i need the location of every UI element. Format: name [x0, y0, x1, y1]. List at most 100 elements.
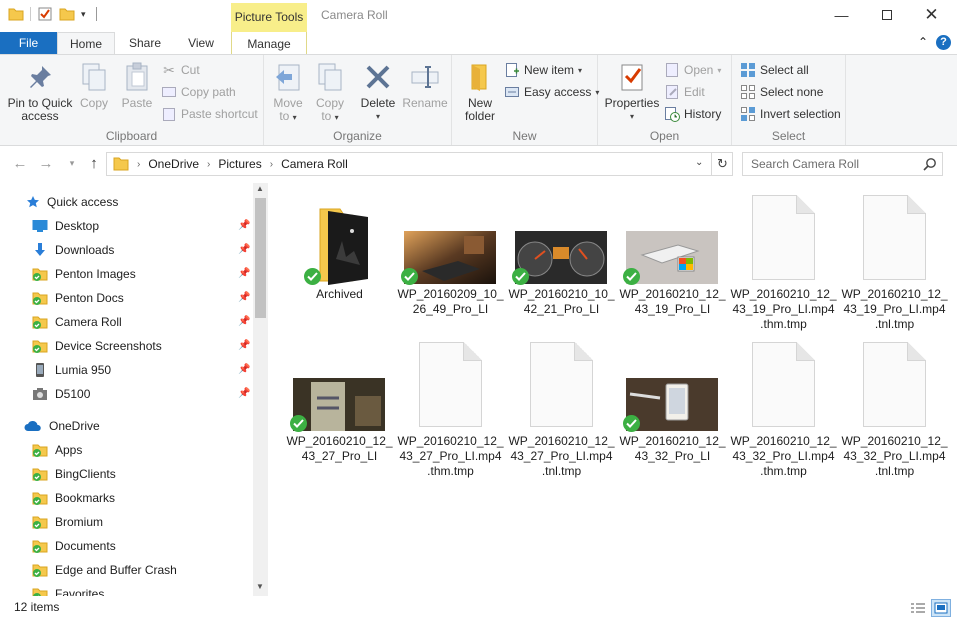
pin-icon[interactable]: 📌	[238, 388, 250, 399]
nav-item-documents[interactable]: Documents	[32, 535, 116, 557]
new-folder-button[interactable]: New folder	[460, 61, 500, 123]
customize-qat-icon[interactable]: ▾	[81, 9, 86, 20]
move-to-button[interactable]: Move to ▾	[270, 61, 306, 124]
file-item[interactable]: WP_20160210_10_ 42_21_Pro_LI	[506, 191, 617, 331]
pin-to-quick-access-button[interactable]: Pin to Quick access	[6, 61, 74, 123]
file-item[interactable]: WP_20160210_12_ 43_19_Pro_LI.mp4 .tnl.tmp	[839, 191, 950, 331]
properties-caret-icon: ▾	[629, 112, 634, 121]
file-item[interactable]: WP_20160209_10_ 26_49_Pro_LI	[395, 191, 506, 331]
nav-item-label: Bromium	[55, 515, 104, 529]
nav-item-label: Camera Roll	[55, 315, 122, 329]
tab-manage[interactable]: Manage	[231, 32, 307, 54]
nav-item-bookmarks[interactable]: Bookmarks	[32, 487, 115, 509]
file-item[interactable]: WP_20160210_12_ 43_19_Pro_LI	[617, 191, 728, 331]
back-button[interactable]: ←	[10, 155, 30, 172]
search-icon[interactable]	[923, 157, 937, 174]
breadcrumb-pictures[interactable]: Pictures	[218, 157, 261, 171]
nav-item-downloads[interactable]: Downloads	[32, 239, 114, 261]
title-bar: ▾ Picture Tools Camera Roll — ✕	[0, 0, 957, 32]
breadcrumb-separator-icon[interactable]: ›	[270, 159, 273, 170]
pin-icon[interactable]: 📌	[238, 340, 250, 351]
close-button[interactable]: ✕	[909, 0, 954, 30]
history-button[interactable]: History	[664, 104, 721, 124]
breadcrumb-separator-icon[interactable]: ›	[137, 159, 140, 170]
pin-icon[interactable]: 📌	[238, 316, 250, 327]
address-dropdown-icon[interactable]: ⌄	[695, 157, 703, 168]
folder-icon[interactable]	[8, 6, 24, 22]
scroll-down-icon[interactable]: ▼	[256, 582, 264, 591]
properties-button[interactable]: Properties ▾	[604, 61, 660, 123]
file-item[interactable]: WP_20160210_12_ 43_27_Pro_LI.mp4 .thm.tmp	[395, 338, 506, 478]
nav-onedrive[interactable]: OneDrive	[24, 415, 100, 437]
recent-locations-button[interactable]: ▾	[62, 158, 82, 169]
scrollbar-thumb[interactable]	[255, 198, 266, 318]
pin-icon[interactable]: 📌	[238, 244, 250, 255]
address-bar[interactable]: › OneDrive › Pictures › Camera Roll ⌄ ↻	[106, 152, 733, 176]
new-item-button[interactable]: New item ▾	[504, 60, 582, 80]
pin-icon[interactable]: 📌	[238, 364, 250, 375]
nav-item-bromium[interactable]: Bromium	[32, 511, 103, 533]
file-item[interactable]: WP_20160210_12_ 43_32_Pro_LI.mp4 .tnl.tmp	[839, 338, 950, 478]
collapse-ribbon-icon[interactable]: ⌃	[918, 35, 928, 49]
rename-button[interactable]: Rename	[402, 61, 448, 110]
new-item-label: New item	[524, 63, 575, 77]
open-button[interactable]: Open ▾	[664, 60, 721, 80]
open-label: Open	[684, 63, 714, 77]
copy-path-button[interactable]: Copy path	[161, 82, 236, 102]
properties-icon[interactable]	[37, 6, 53, 22]
tab-share[interactable]: Share	[120, 32, 170, 54]
delete-button[interactable]: Delete ▾	[358, 61, 398, 123]
breadcrumb-onedrive[interactable]: OneDrive	[148, 157, 199, 171]
easy-access-button[interactable]: Easy access ▾	[504, 82, 599, 102]
nav-pane-scrollbar[interactable]: ▲ ▼	[253, 183, 268, 596]
nav-item-edge-and-buffer-crash[interactable]: Edge and Buffer Crash	[32, 559, 177, 581]
maximize-button[interactable]	[864, 0, 909, 30]
scroll-up-icon[interactable]: ▲	[256, 184, 264, 193]
pin-icon[interactable]: 📌	[238, 292, 250, 303]
forward-button[interactable]: →	[36, 155, 56, 172]
nav-item-apps[interactable]: Apps	[32, 439, 82, 461]
paste-shortcut-button[interactable]: Paste shortcut	[161, 104, 258, 124]
file-name: WP_20160210_12_ 43_19_Pro_LI.mp4 .tnl.tmp	[841, 287, 948, 331]
help-icon[interactable]: ?	[936, 35, 951, 50]
nav-item-camera-roll[interactable]: Camera Roll	[32, 311, 122, 333]
large-icons-view-button[interactable]	[931, 599, 951, 617]
breadcrumb-separator-icon[interactable]: ›	[207, 159, 210, 170]
file-item[interactable]: WP_20160210_12_ 43_32_Pro_LI.mp4 .thm.tmp	[728, 338, 839, 478]
file-item[interactable]: WP_20160210_12_ 43_27_Pro_LI	[284, 338, 395, 478]
select-all-button[interactable]: Select all	[740, 60, 809, 80]
invert-selection-button[interactable]: Invert selection	[740, 104, 841, 124]
refresh-button[interactable]: ↻	[711, 153, 733, 175]
pin-icon[interactable]: 📌	[238, 220, 250, 231]
nav-item-bingclients[interactable]: BingClients	[32, 463, 116, 485]
nav-item-lumia-950[interactable]: Lumia 950	[32, 359, 111, 381]
select-none-button[interactable]: Select none	[740, 82, 823, 102]
paste-button[interactable]: Paste	[118, 61, 156, 110]
details-view-button[interactable]	[908, 599, 928, 617]
minimize-button[interactable]: —	[819, 0, 864, 30]
breadcrumb-camera-roll[interactable]: Camera Roll	[281, 157, 348, 171]
file-item[interactable]: Archived	[284, 191, 395, 331]
nav-item-d5100[interactable]: D5100	[32, 383, 90, 405]
tab-view[interactable]: View	[176, 32, 226, 54]
nav-item-penton-docs[interactable]: Penton Docs	[32, 287, 124, 309]
file-item[interactable]: WP_20160210_12_ 43_19_Pro_LI.mp4 .thm.tmp	[728, 191, 839, 331]
nav-quick-access[interactable]: Quick access	[26, 191, 118, 213]
tab-file[interactable]: File	[0, 32, 57, 54]
new-folder-icon[interactable]	[59, 6, 75, 22]
nav-item-desktop[interactable]: Desktop	[32, 215, 99, 237]
up-button[interactable]: ↑	[84, 155, 104, 172]
cut-button[interactable]: ✂ Cut	[161, 60, 200, 80]
file-name: WP_20160210_12_ 43_27_Pro_LI	[286, 434, 393, 463]
nav-item-device-screenshots[interactable]: Device Screenshots	[32, 335, 162, 357]
nav-item-penton-images[interactable]: Penton Images	[32, 263, 136, 285]
tab-home[interactable]: Home	[57, 32, 115, 55]
copy-to-button[interactable]: Copy to ▾	[312, 61, 348, 124]
file-item[interactable]: WP_20160210_12_ 43_27_Pro_LI.mp4 .tnl.tmp	[506, 338, 617, 478]
nav-item-favorites[interactable]: Favorites	[32, 583, 104, 596]
pin-icon[interactable]: 📌	[238, 268, 250, 279]
edit-button[interactable]: Edit	[664, 82, 705, 102]
copy-button[interactable]: Copy	[76, 61, 112, 110]
file-item[interactable]: WP_20160210_12_ 43_32_Pro_LI	[617, 338, 728, 478]
search-input[interactable]	[751, 157, 921, 171]
